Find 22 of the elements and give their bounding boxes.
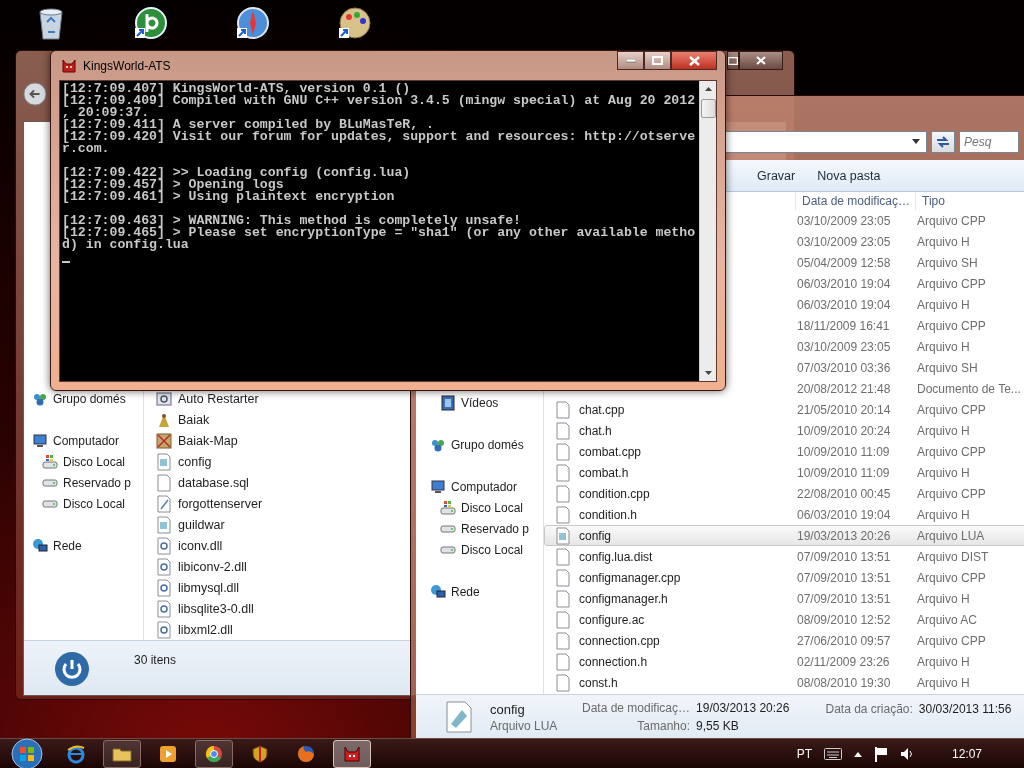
field-label: Data de modificaç… — [582, 701, 691, 715]
field-value: 9,55 KB — [696, 719, 739, 733]
console-line: [12:7:09.409] Compiled with GNU C++ version 3.4.5 (mingw special) at Aug 20 2012 — [62, 95, 697, 107]
console-line: [12:7:09.407] KingsWorld-ATS, version 0.1 () — [62, 83, 411, 95]
console-line: [12:7:09.420] Visit our forum for updates, support and resources: http://otserve — [62, 131, 697, 143]
field-label: Data da criação: — [825, 702, 913, 716]
field-value: 19/03/2013 20:26 — [696, 701, 790, 715]
console-line: d) in config.lua — [62, 239, 190, 251]
console-line: [12:7:09.461] > Using plaintext encryption — [62, 191, 396, 203]
field-value: 30/03/2013 11:56 — [918, 702, 1012, 716]
file-name: config — [490, 701, 526, 717]
item-count: 30 itens — [134, 653, 177, 667]
console-line: [12:7:09.411] A server compiled by BLuMasTeR, . — [62, 119, 434, 131]
console-line: [12:7:09.463] > WARNING: This method is completely unsafe! — [62, 215, 522, 227]
console-line: [12:7:09.465] > Please set encryptionType = "sha1" (or any other available metho — [62, 227, 697, 239]
file-type: Arquivo LUA — [490, 718, 559, 733]
console-line: , 20:09:37. — [62, 107, 150, 119]
console-line: r.com. — [62, 143, 110, 155]
console-line: [12:7:09.457] > Opening logs — [62, 179, 284, 191]
window-title: KingsWorld-ATS — [83, 58, 171, 73]
console-line: [12:7:09.422] >> Loading config (config.lua) — [62, 167, 412, 179]
field-label: Tamanho: — [637, 719, 691, 733]
